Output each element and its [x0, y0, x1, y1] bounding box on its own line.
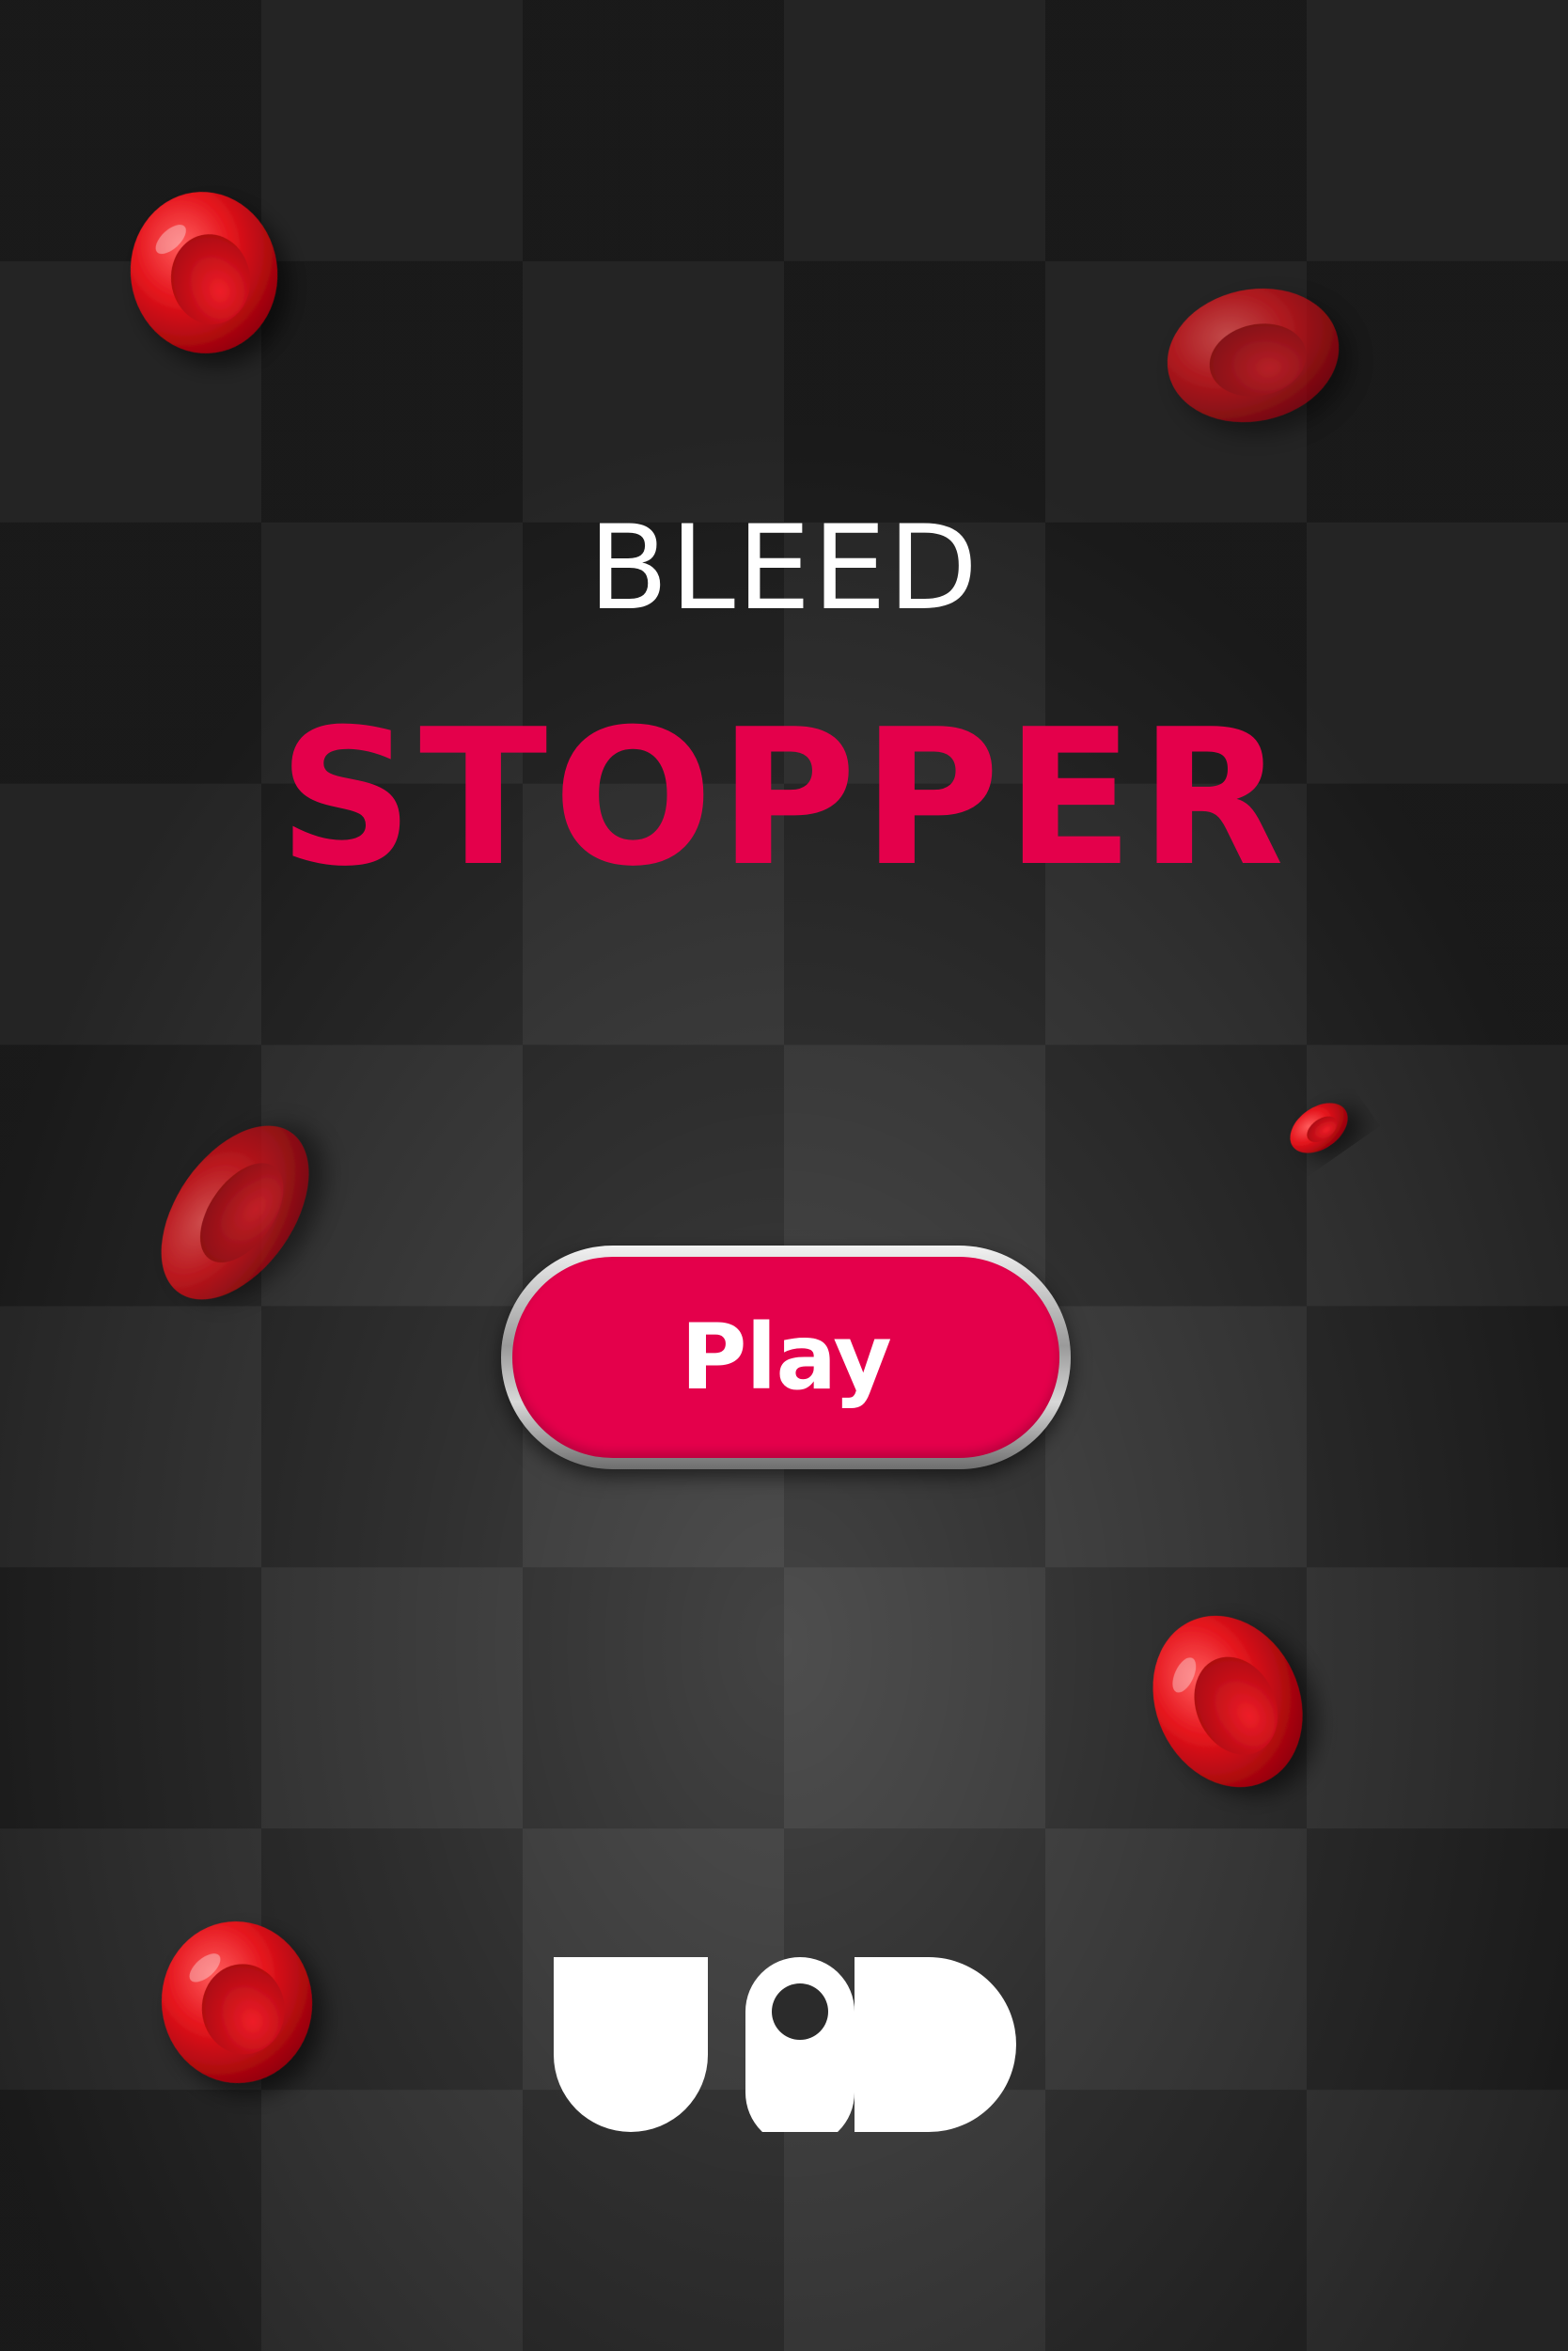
blood-cell-icon [1290, 1103, 1348, 1153]
play-button[interactable]: Play [501, 1246, 1071, 1469]
play-button-label: Play [681, 1305, 892, 1410]
title-line-2: STOPPER [277, 689, 1291, 908]
play-button-face[interactable]: Play [512, 1257, 1059, 1458]
blood-cell-icon [1152, 1615, 1303, 1788]
blood-cell-icon [1167, 288, 1340, 423]
blood-cell-icon [161, 1125, 309, 1300]
title-line-1: BLEED [588, 501, 980, 636]
game-start-screen: BLEED STOPPER Play [0, 0, 1568, 2351]
blood-cell-icon [130, 192, 278, 353]
blood-cell-icon [161, 1921, 313, 2083]
uid-logo-icon [554, 1957, 1016, 2132]
